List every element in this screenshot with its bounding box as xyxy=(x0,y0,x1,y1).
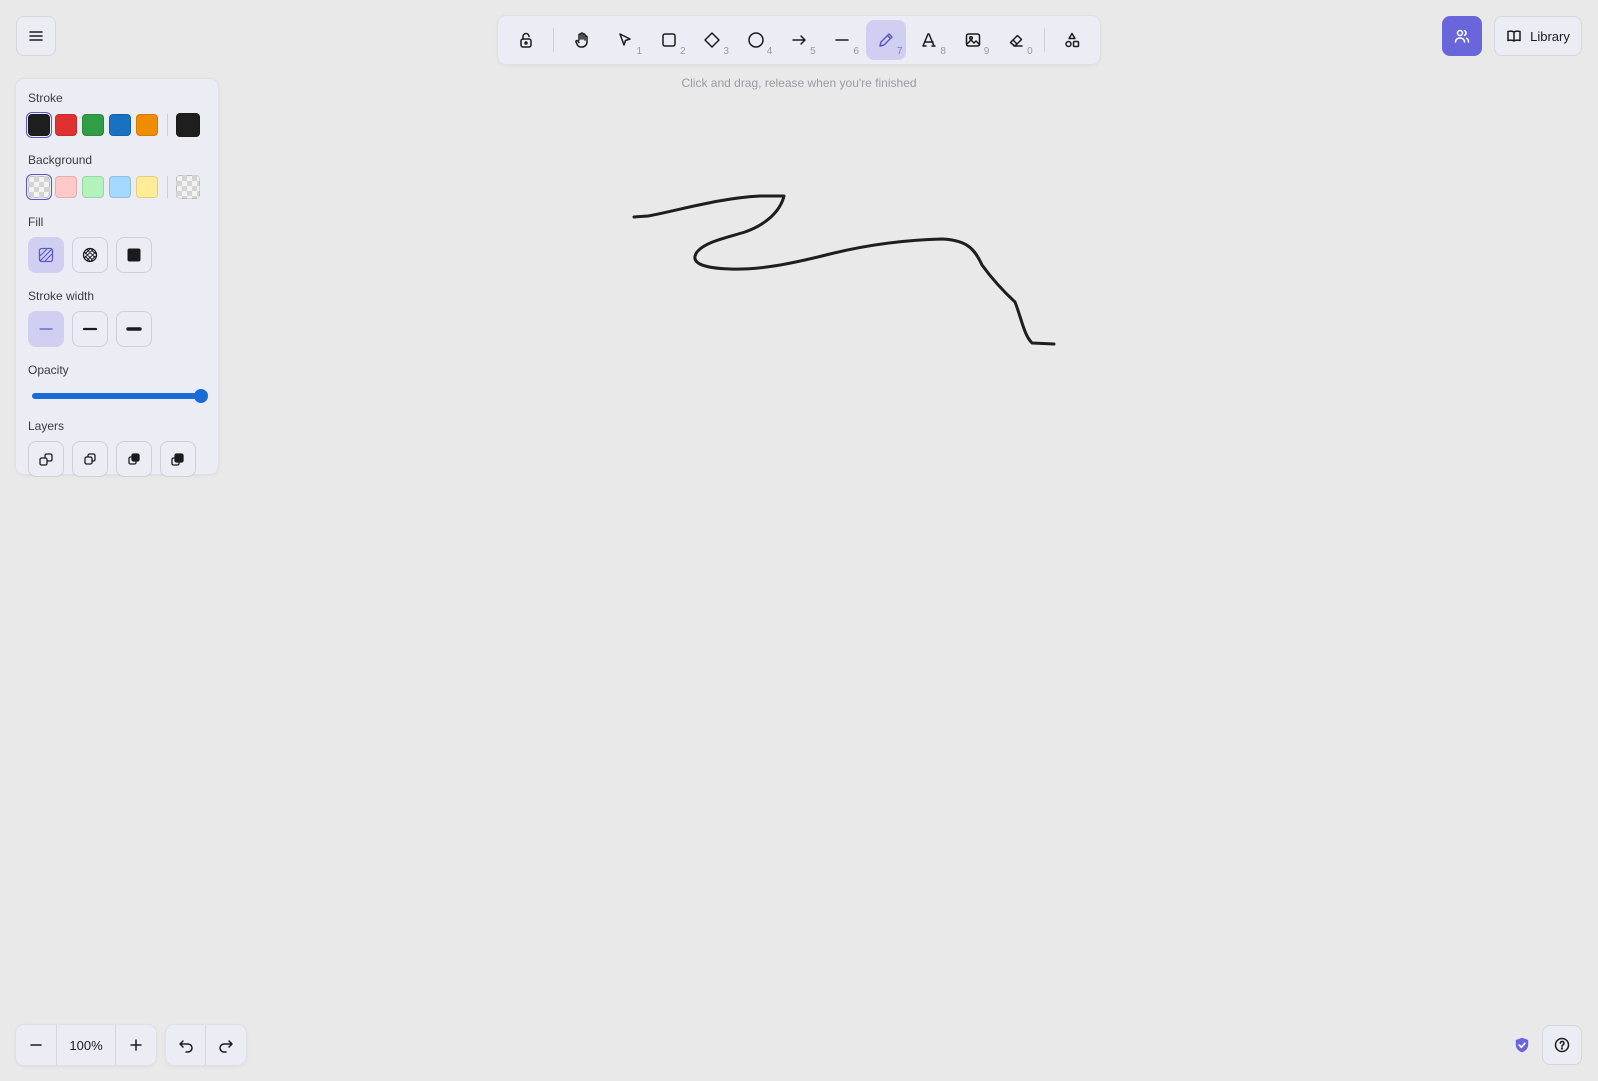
properties-panel: Stroke Background Fill Stroke width Opac… xyxy=(16,79,218,477)
main-menu-button[interactable] xyxy=(16,16,56,56)
drawing-canvas[interactable] xyxy=(0,0,1598,1081)
fill-cross-hatch-button[interactable] xyxy=(72,237,108,273)
help-button[interactable] xyxy=(1542,1025,1582,1065)
zoom-in-button[interactable] xyxy=(116,1025,156,1065)
collaborate-button[interactable] xyxy=(1442,16,1482,56)
hamburger-icon xyxy=(29,31,43,41)
diamond-icon xyxy=(704,32,720,48)
bring-forward-button[interactable] xyxy=(116,441,152,477)
send-backward-icon xyxy=(84,453,96,465)
bold-line-icon xyxy=(82,327,98,331)
stroke-color-orange[interactable] xyxy=(136,114,158,136)
library-button[interactable]: Library xyxy=(1494,16,1582,56)
tool-ellipse[interactable]: 4 xyxy=(736,20,775,60)
pointer-icon xyxy=(619,33,632,46)
zoom-out-button[interactable] xyxy=(16,1025,56,1065)
history-controls xyxy=(166,1025,246,1065)
opacity-label: Opacity xyxy=(28,363,69,377)
undo-icon xyxy=(178,1040,193,1053)
tool-more-shapes[interactable] xyxy=(1053,20,1092,60)
unlock-icon xyxy=(519,32,532,48)
bring-forward-icon xyxy=(128,453,140,465)
opacity-track xyxy=(32,393,206,399)
extra-bold-line-icon xyxy=(126,327,142,331)
line-icon xyxy=(835,39,850,41)
undo-button[interactable] xyxy=(166,1025,206,1065)
plus-icon xyxy=(130,1039,142,1051)
layer-actions xyxy=(28,441,206,477)
send-to-back-button[interactable] xyxy=(28,441,64,477)
bring-to-front-button[interactable] xyxy=(160,441,196,477)
tool-selection[interactable]: 1 xyxy=(606,20,645,60)
send-to-back-icon xyxy=(39,453,53,466)
stroke-colors xyxy=(28,113,206,137)
shield-check-icon xyxy=(1515,1037,1529,1053)
tool-text[interactable]: 8 xyxy=(910,20,949,60)
stroke-width-label: Stroke width xyxy=(28,289,95,303)
background-color-green[interactable] xyxy=(82,176,104,198)
eraser-icon xyxy=(1009,34,1023,47)
encryption-badge[interactable] xyxy=(1512,1035,1532,1055)
tool-draw[interactable]: 7 xyxy=(866,20,906,60)
background-color-yellow[interactable] xyxy=(136,176,158,198)
fill-options xyxy=(28,237,206,273)
tool-diamond[interactable]: 3 xyxy=(693,20,732,60)
background-color-blue[interactable] xyxy=(109,176,131,198)
hachure-icon xyxy=(38,247,54,263)
bring-to-front-icon xyxy=(171,453,184,466)
stroke-label: Stroke xyxy=(28,91,63,105)
library-label: Library xyxy=(1530,28,1570,44)
stroke-color-blue[interactable] xyxy=(109,114,131,136)
stroke-width-extra-bold-button[interactable] xyxy=(116,311,152,347)
background-colors xyxy=(28,175,206,199)
background-label: Background xyxy=(28,153,93,167)
redo-icon xyxy=(219,1040,233,1053)
background-color-pink[interactable] xyxy=(55,176,77,198)
stroke-color-picker[interactable] xyxy=(176,113,200,137)
tool-image[interactable]: 9 xyxy=(953,20,992,60)
fill-label: Fill xyxy=(28,215,44,229)
image-icon xyxy=(965,33,980,47)
tool-line[interactable]: 6 xyxy=(823,20,862,60)
tool-eraser[interactable]: 0 xyxy=(996,20,1035,60)
shapes-toolbar: 1 2 3 4 5 6 7 8 9 0 xyxy=(498,16,1100,64)
stroke-width-bold-button[interactable] xyxy=(72,311,108,347)
fill-hachure-button[interactable] xyxy=(28,237,64,273)
shapes-icon xyxy=(1065,32,1080,48)
zoom-level[interactable]: 100% xyxy=(56,1025,116,1065)
circle-icon xyxy=(747,32,764,48)
tool-hint: Click and drag, release when you're fini… xyxy=(681,76,917,90)
fill-solid-button[interactable] xyxy=(116,237,152,273)
background-color-transparent[interactable] xyxy=(28,176,50,198)
redo-button[interactable] xyxy=(206,1025,246,1065)
hand-icon xyxy=(575,32,588,48)
opacity-slider[interactable] xyxy=(30,385,208,405)
thin-line-icon xyxy=(39,328,53,330)
stroke-width-thin-button[interactable] xyxy=(28,311,64,347)
book-icon xyxy=(1507,30,1521,42)
minus-icon xyxy=(30,1044,42,1046)
cross-hatch-icon xyxy=(82,247,98,263)
tool-hand[interactable] xyxy=(562,20,601,60)
freehand-stroke[interactable] xyxy=(632,194,1056,346)
stroke-width-options xyxy=(28,311,206,347)
zoom-controls: 100% xyxy=(16,1025,156,1065)
arrow-icon xyxy=(792,35,806,45)
opacity-thumb[interactable] xyxy=(194,389,208,403)
rectangle-icon xyxy=(662,33,676,47)
solid-fill-icon xyxy=(127,248,141,262)
users-icon xyxy=(1454,29,1470,43)
pencil-icon xyxy=(879,33,893,47)
text-icon xyxy=(922,33,936,47)
stroke-color-red[interactable] xyxy=(55,114,77,136)
stroke-color-green[interactable] xyxy=(82,114,104,136)
layers-label: Layers xyxy=(28,419,65,433)
tool-rectangle[interactable]: 2 xyxy=(649,20,688,60)
tool-arrow[interactable]: 5 xyxy=(779,20,818,60)
stroke-color-black[interactable] xyxy=(28,114,50,136)
send-backward-button[interactable] xyxy=(72,441,108,477)
help-icon xyxy=(1554,1037,1570,1053)
background-color-picker[interactable] xyxy=(176,175,200,199)
tool-lock[interactable] xyxy=(506,20,545,60)
